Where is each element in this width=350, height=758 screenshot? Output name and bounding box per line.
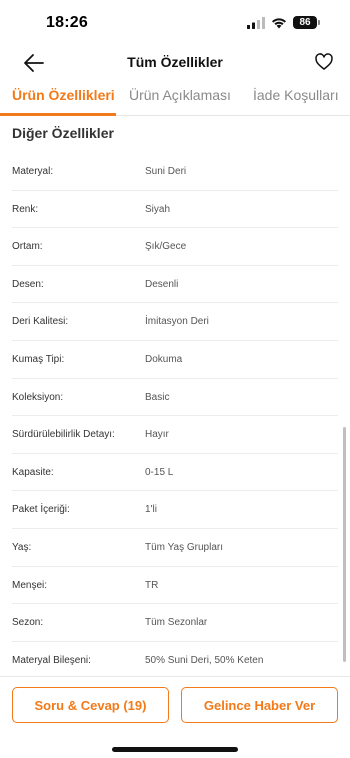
attribute-row: Materyal Bileşeni: 50% Suni Deri, 50% Ket… (12, 642, 338, 675)
attribute-row: Materyal: Suni Deri (12, 153, 338, 191)
attribute-row: Koleksiyon: Basic (12, 379, 338, 417)
attribute-label: Yaş: (12, 541, 32, 553)
attribute-label: Koleksiyon: (12, 391, 64, 403)
active-tab-indicator (0, 113, 116, 116)
status-bar: 18:26 86 (0, 0, 350, 44)
section-title: Diğer Özellikler (12, 125, 114, 141)
attribute-row: Kapasite: 0-15 L (12, 454, 338, 492)
attribute-label: Sezon: (12, 617, 44, 629)
attribute-label: Renk: (12, 203, 39, 215)
wifi-icon (272, 17, 286, 28)
attribute-value: 0-15 L (145, 466, 174, 478)
battery-level: 86 (293, 16, 317, 29)
attribute-label: Kumaş Tipi: (12, 353, 65, 365)
attribute-value: Dokuma (145, 353, 183, 365)
attribute-row: Sürdürülebilirlik Detayı: Hayır (12, 416, 338, 454)
status-time: 18:26 (46, 14, 88, 31)
attribute-value: Tüm Yaş Grupları (145, 541, 223, 553)
attribute-label: Materyal Bileşeni: (12, 654, 91, 666)
attribute-list: Materyal: Suni Deri Renk: Siyah Ortam: Şık/… (0, 153, 350, 675)
heart-outline-icon (315, 53, 333, 70)
attribute-label: Desen: (12, 278, 44, 290)
battery-tip (318, 20, 320, 25)
attribute-value: İmitasyon Deri (145, 316, 209, 328)
attributes-panel[interactable]: Diğer Özellikler Materyal: Suni Deri Renk… (0, 117, 350, 675)
attribute-row: Renk: Siyah (12, 191, 338, 229)
attribute-value: Basic (145, 391, 170, 403)
attribute-row: Sezon: Tüm Sezonlar (12, 604, 338, 642)
attribute-row: Kumaş Tipi: Dokuma (12, 341, 338, 379)
attribute-value: Hayır (145, 429, 169, 441)
battery-icon: 86 (293, 16, 320, 29)
attribute-value: Siyah (145, 203, 171, 215)
tab-product-description[interactable]: Ürün Açıklaması (129, 87, 231, 103)
status-icons: 86 (247, 16, 320, 29)
tab-bar: Ürün Özellikleri Ürün Açıklaması İade Ko… (0, 82, 350, 116)
attribute-label: Sürdürülebilirlik Detayı: (12, 429, 115, 441)
cellular-signal-icon (247, 16, 265, 29)
attribute-value: TR (145, 579, 159, 591)
attribute-label: Ortam: (12, 241, 43, 253)
favorite-button[interactable] (314, 52, 334, 72)
attribute-value: Suni Deri (145, 166, 187, 177)
scrollbar[interactable] (343, 427, 346, 662)
attribute-value: Tüm Sezonlar (145, 617, 208, 629)
attribute-value: Desenli (145, 278, 179, 290)
tab-product-features[interactable]: Ürün Özellikleri (12, 87, 115, 103)
screen: 18:26 86 Tüm Özellikler Ürün Özellikleri… (0, 0, 350, 758)
attribute-row: Deri Kalitesi: İmitasyon Deri (12, 303, 338, 341)
header: Tüm Özellikler (0, 44, 350, 82)
attribute-row: Desen: Desenli (12, 266, 338, 304)
bottom-action-bar: Soru & Cevap (19) Gelince Haber Ver (0, 676, 350, 758)
attribute-row: Ortam: Şık/Gece (12, 228, 338, 266)
attribute-value: 50% Suni Deri, 50% Keten (145, 654, 264, 666)
attribute-label: Kapasite: (12, 466, 54, 478)
questions-answers-button[interactable]: Soru & Cevap (19) (12, 687, 169, 723)
attribute-label: Menşei: (12, 579, 48, 591)
notify-when-available-button[interactable]: Gelince Haber Ver (181, 687, 338, 723)
attribute-row: Paket İçeriği: 1'li (12, 491, 338, 529)
attribute-label: Paket İçeriği: (12, 504, 70, 516)
tab-return-conditions[interactable]: İade Koşulları (253, 87, 339, 103)
attribute-row: Yaş: Tüm Yaş Grupları (12, 529, 338, 567)
attribute-value: 1'li (145, 504, 157, 516)
home-indicator[interactable] (112, 747, 238, 752)
attribute-value: Şık/Gece (145, 241, 187, 253)
attribute-row: Menşei: TR (12, 567, 338, 605)
page-title: Tüm Özellikler (127, 54, 223, 70)
attribute-label: Deri Kalitesi: (12, 316, 69, 328)
attribute-label: Materyal: (12, 166, 54, 177)
